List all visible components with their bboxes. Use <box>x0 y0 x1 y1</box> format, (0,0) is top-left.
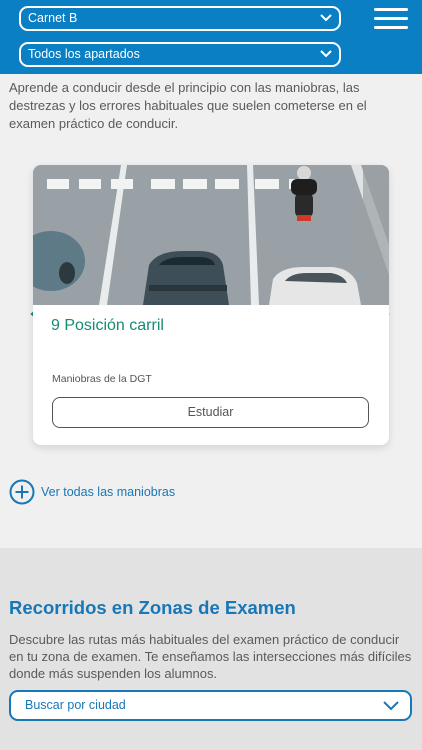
see-all-label: Ver todas las maniobras <box>41 484 176 499</box>
routes-title: Recorridos en Zonas de Examen <box>9 597 296 618</box>
exam-routes-section: Recorridos en Zonas de Examen Descubre l… <box>0 548 422 750</box>
road-photo <box>33 165 389 305</box>
routes-description: Descubre las rutas más habituales del ex… <box>9 632 412 681</box>
section-select[interactable]: Todos los apartados <box>19 42 341 67</box>
license-select-label: Carnet B <box>28 11 78 25</box>
study-button[interactable]: Estudiar <box>52 397 369 428</box>
maneuver-title: 9 Posición carril <box>51 317 164 334</box>
menu-icon[interactable] <box>374 6 408 32</box>
chevron-down-icon <box>320 50 332 58</box>
chevron-down-icon <box>383 701 399 711</box>
maneuver-category: Maniobras de la DGT <box>52 373 152 385</box>
section-select-label: Todos los apartados <box>28 47 140 61</box>
see-all-maneuvers-link[interactable]: Ver todas las maniobras <box>9 478 175 505</box>
license-select[interactable]: Carnet B <box>19 6 341 31</box>
chevron-down-icon <box>320 14 332 22</box>
app-header: Carnet B Todos los apartados <box>0 0 422 74</box>
intro-text: Aprende a conducir desde el principio co… <box>9 80 367 131</box>
maneuver-card: 9 Posición carril Maniobras de la DGT Es… <box>33 165 389 445</box>
plus-circle-icon <box>9 479 35 504</box>
city-select-label: Buscar por ciudad <box>25 698 126 712</box>
city-select[interactable]: Buscar por ciudad <box>9 690 412 721</box>
